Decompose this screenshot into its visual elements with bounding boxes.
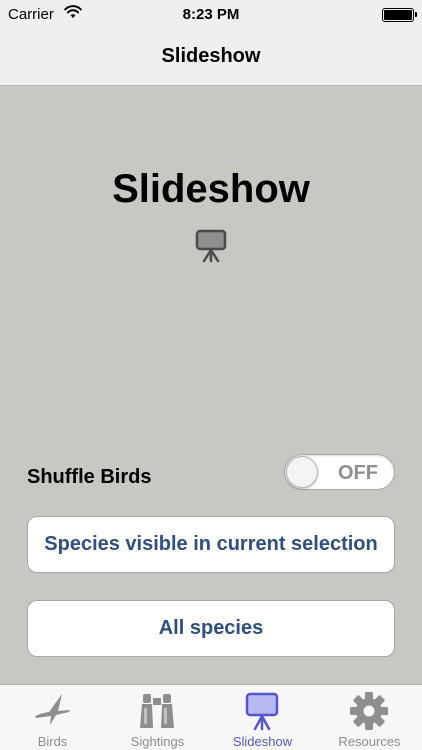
tab-resources[interactable]: Resources [317,685,422,750]
tab-label: Resources [338,734,401,749]
species-visible-button[interactable]: Species visible in current selection [27,516,395,573]
tab-sightings[interactable]: Sightings [105,685,210,750]
toggle-knob[interactable] [286,456,318,488]
gear-icon [349,691,389,731]
shuffle-birds-label: Shuffle Birds [27,466,152,488]
page-title: Slideshow [161,45,261,67]
tab-slideshow[interactable]: Slideshow [210,685,315,750]
tab-label: Sightings [130,734,185,749]
status-bar: Carrier 8:23 PM [0,0,422,30]
navigation-bar: Slideshow [0,30,422,86]
all-species-button[interactable]: All species [27,600,395,657]
shuffle-birds-toggle[interactable]: OFF [284,454,395,490]
bird-icon [32,691,72,731]
battery-icon [382,8,417,22]
projector-screen-icon [193,228,229,264]
projector-screen-icon [242,691,282,731]
toggle-state-label: OFF [338,462,378,484]
tab-label: Birds [37,734,68,749]
tab-bar: Birds Sightings Slideshow Resources [0,684,422,750]
clock: 8:23 PM [182,6,240,23]
tab-label: Slideshow [232,734,293,749]
slideshow-heading: Slideshow [112,167,310,211]
tab-birds[interactable]: Birds [0,685,105,750]
binoculars-icon [137,691,177,731]
